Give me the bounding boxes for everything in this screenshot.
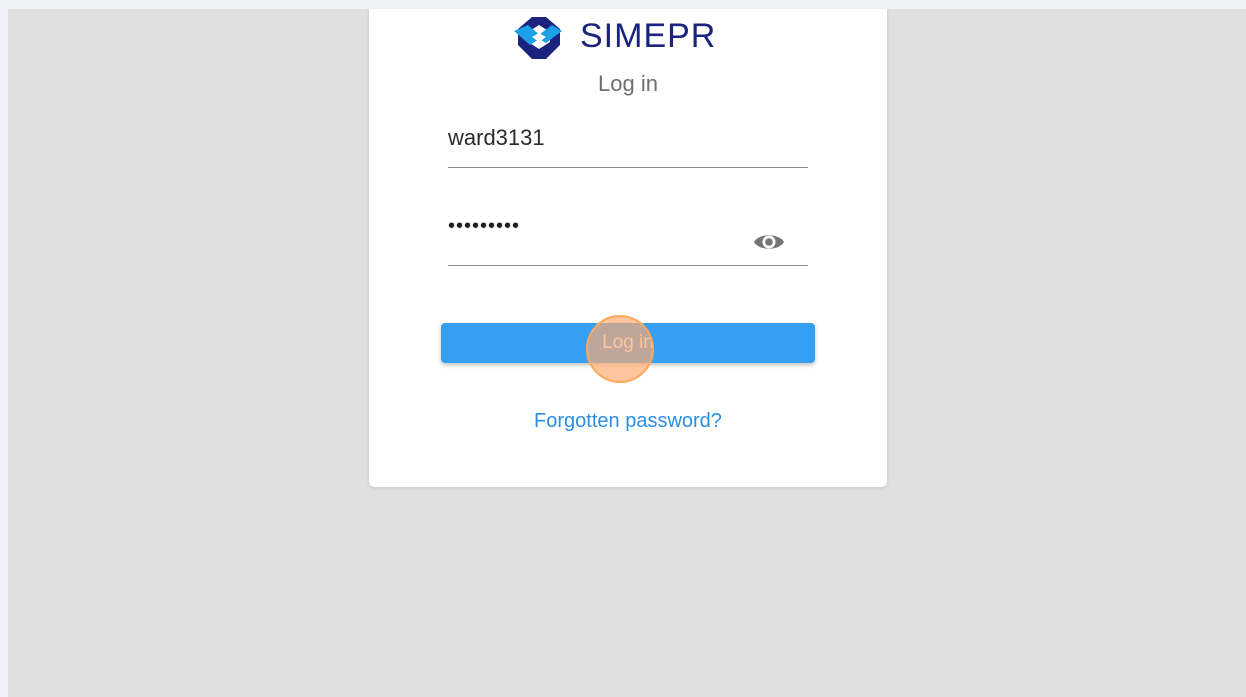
login-button[interactable]: Log in	[441, 323, 815, 363]
password-input[interactable]	[448, 215, 748, 238]
password-field	[448, 215, 808, 266]
username-field	[448, 119, 808, 168]
username-input[interactable]	[448, 125, 748, 151]
brand-logo: SIMEPR	[512, 9, 716, 61]
eye-icon[interactable]	[752, 230, 786, 254]
brand-name: SIMEPR	[580, 17, 717, 55]
logo-icon	[514, 17, 562, 59]
page-background: SIMEPR Log in Log in Forgotten password?	[8, 9, 1246, 697]
forgot-password-link[interactable]: Forgotten password?	[369, 410, 887, 433]
login-title: Log in	[598, 71, 658, 96]
login-card: SIMEPR Log in Log in Forgotten password?	[369, 9, 887, 487]
